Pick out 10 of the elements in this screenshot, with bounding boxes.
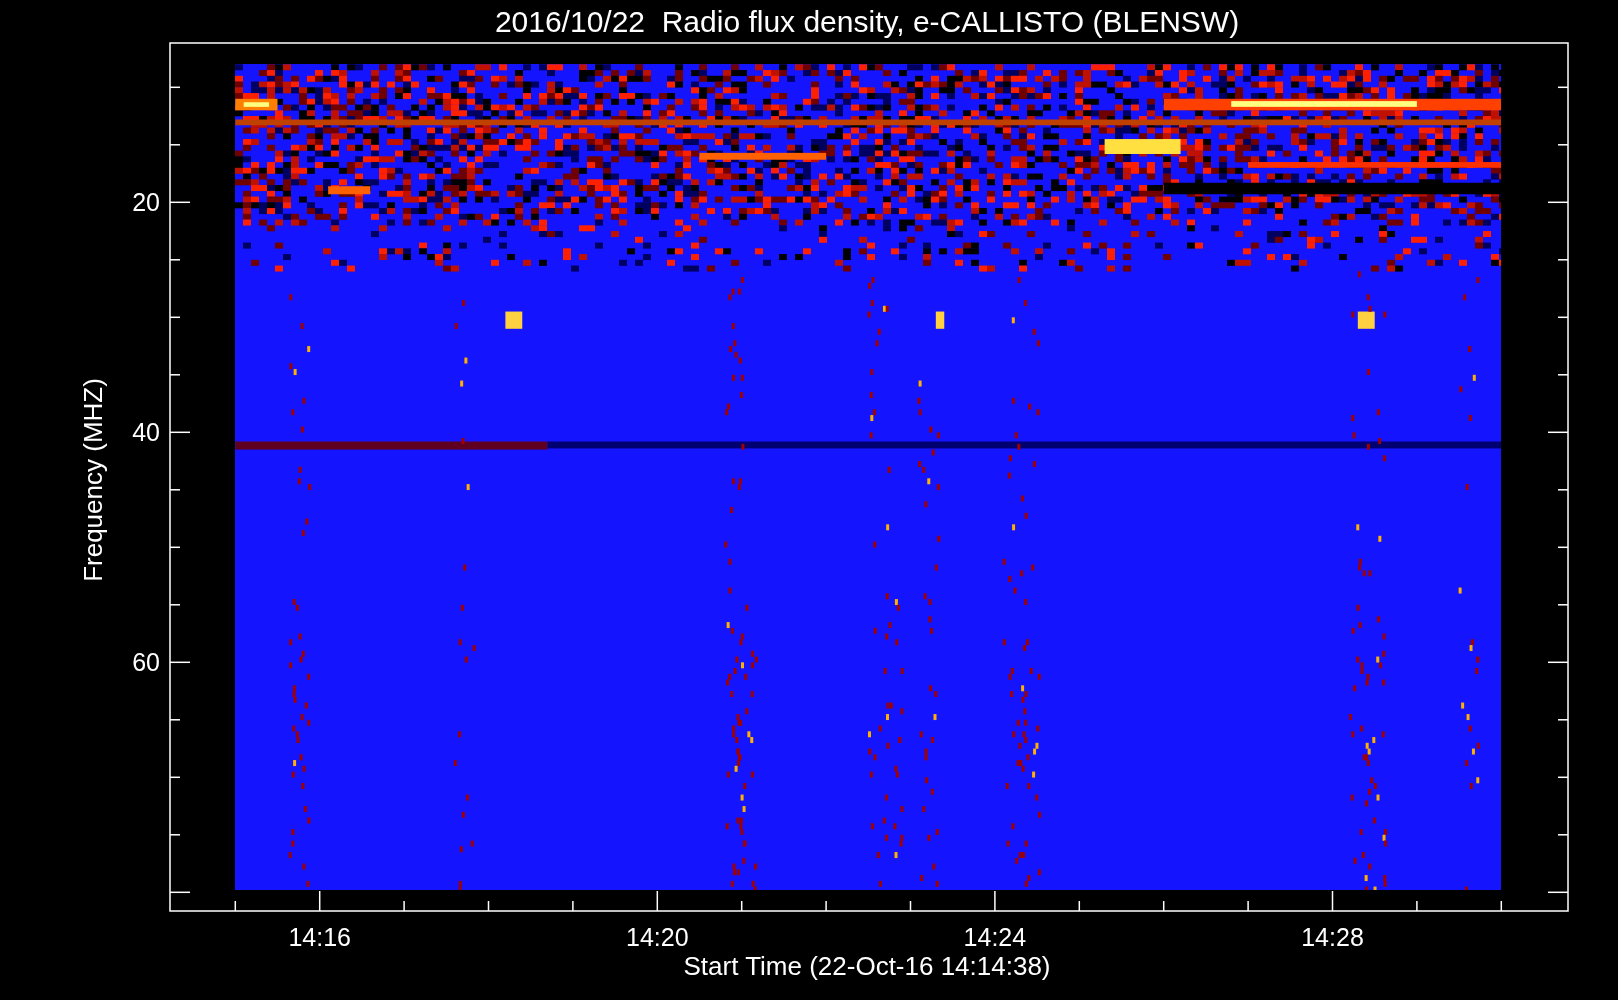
x-tick-label: 14:20 — [626, 923, 689, 951]
y-axis-title: Frequency (MHZ) — [78, 378, 108, 582]
y-tick-label: 60 — [132, 648, 160, 677]
x-tick-label: 14:28 — [1301, 923, 1364, 951]
x-tick-label: 14:16 — [288, 923, 351, 951]
x-tick-label: 14:24 — [963, 923, 1027, 951]
chart-title: 2016/10/22 Radio flux density, e-CALLISTO (BLENSW) — [494, 5, 1240, 38]
y-tick-label: 20 — [132, 188, 160, 217]
x-axis-title: Start Time (22-Oct-16 14:14:38) — [683, 951, 1051, 981]
y-tick-label: 40 — [132, 418, 160, 447]
